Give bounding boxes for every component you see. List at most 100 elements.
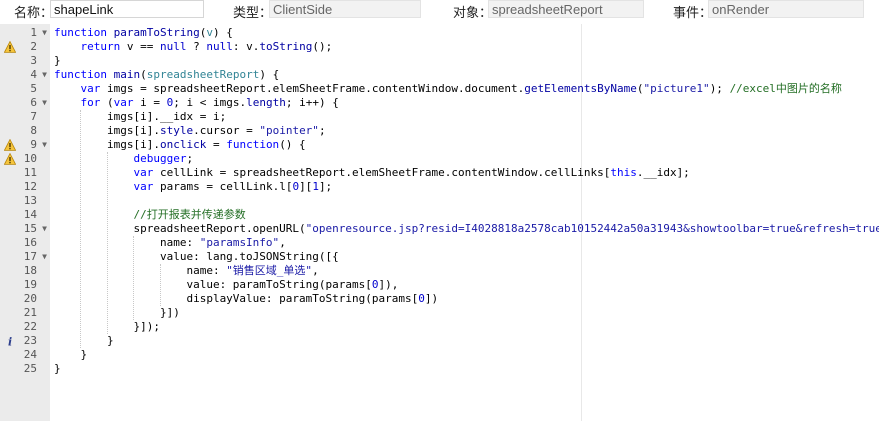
code-token: displayValue: paramToString(params[ bbox=[54, 292, 419, 305]
fold-toggle-icon[interactable]: ▼ bbox=[42, 250, 47, 264]
code-editor[interactable]: 1 ▼ 2 3 4 ▼ 5 6 ▼ 7 8 9 ▼ 10 11 12 13 14 15 ▼ 16 17 ▼ 18 19 20 21 2… bbox=[0, 24, 879, 421]
code-token: function bbox=[226, 138, 280, 151]
code-token: ]; bbox=[318, 180, 333, 193]
code-token: debugger bbox=[133, 152, 187, 165]
code-line[interactable]: }]) bbox=[54, 306, 180, 320]
code-token: (); bbox=[312, 40, 333, 53]
code-line[interactable]: //打开报表并传递参数 bbox=[54, 208, 245, 222]
code-line[interactable]: spreadsheetReport.openURL("openresource.… bbox=[54, 222, 879, 236]
line-number: 9 bbox=[30, 138, 37, 151]
fold-toggle-icon[interactable]: ▼ bbox=[42, 26, 47, 40]
script-properties-bar: 名称： shapeLink 类型： ClientSide 对象： spreads… bbox=[0, 0, 879, 22]
code-line[interactable]: } bbox=[54, 334, 114, 348]
code-token: for bbox=[80, 96, 107, 109]
code-token: function bbox=[54, 68, 114, 81]
code-token: "picture1" bbox=[643, 82, 710, 95]
code-line[interactable]: } bbox=[54, 348, 87, 362]
code-line[interactable]: imgs[i].style.cursor = "pointer"; bbox=[54, 124, 326, 138]
code-token: .__idx]; bbox=[636, 166, 690, 179]
code-line[interactable]: imgs[i].onclick = function() { bbox=[54, 138, 306, 152]
code-token: 1 bbox=[312, 180, 319, 193]
code-line[interactable]: var params = cellLink.l[0][1]; bbox=[54, 180, 332, 194]
gutter-line: 23 i bbox=[0, 334, 50, 349]
name-input[interactable]: shapeLink bbox=[50, 0, 204, 18]
fold-toggle-icon[interactable]: ▼ bbox=[42, 68, 47, 82]
code-line[interactable]: } bbox=[54, 54, 61, 68]
code-line[interactable]: }]); bbox=[54, 320, 160, 334]
gutter-line: 5 bbox=[0, 82, 50, 96]
info-icon[interactable]: i bbox=[4, 335, 16, 349]
fold-toggle-icon[interactable]: ▼ bbox=[42, 222, 47, 236]
code-token: v == bbox=[126, 40, 160, 53]
code-token: } bbox=[54, 362, 61, 375]
code-line[interactable]: for (var i = 0; i < imgs.length; i++) { bbox=[54, 96, 339, 110]
code-token: var bbox=[80, 82, 107, 95]
gutter-line: 25 bbox=[0, 362, 50, 376]
event-field: onRender bbox=[708, 0, 864, 18]
type-label: 类型： bbox=[233, 5, 273, 20]
code-line[interactable]: debugger; bbox=[54, 152, 193, 166]
line-number-gutter: 1 ▼ 2 3 4 ▼ 5 6 ▼ 7 8 9 ▼ 10 11 12 13 14 15 ▼ 16 17 ▼ 18 19 20 21 2… bbox=[0, 24, 50, 421]
code-line[interactable]: imgs[i].__idx = i; bbox=[54, 110, 226, 124]
code-line[interactable]: function main(spreadsheetReport) { bbox=[54, 68, 279, 82]
code-line[interactable]: function paramToString(v) { bbox=[54, 26, 233, 40]
gutter-line: 9 ▼ bbox=[0, 138, 50, 152]
code-token: spreadsheetReport.openURL( bbox=[54, 222, 306, 235]
code-line[interactable]: value: paramToString(params[0]), bbox=[54, 278, 398, 292]
warning-icon[interactable] bbox=[3, 138, 17, 151]
line-number: 21 bbox=[23, 306, 37, 319]
code-token: var bbox=[113, 96, 141, 109]
code-token: "pointer" bbox=[259, 124, 319, 137]
code-token: var bbox=[133, 180, 160, 193]
code-token: }]) bbox=[54, 306, 180, 319]
warning-icon[interactable] bbox=[3, 152, 17, 165]
code-token: imgs[i].__idx = i; bbox=[54, 110, 227, 123]
name-label: 名称： bbox=[14, 5, 54, 20]
gutter-line: 21 bbox=[0, 306, 50, 320]
code-token: this bbox=[610, 166, 637, 179]
line-number: 4 bbox=[30, 68, 37, 81]
line-number: 15 bbox=[23, 222, 37, 235]
code-token: 0 bbox=[418, 292, 425, 305]
gutter-line: 10 bbox=[0, 152, 50, 166]
fold-toggle-icon[interactable]: ▼ bbox=[42, 96, 47, 110]
object-label: 对象： bbox=[453, 5, 493, 20]
line-number: 12 bbox=[23, 180, 37, 193]
fold-toggle-icon[interactable]: ▼ bbox=[42, 138, 47, 152]
code-token: ) { bbox=[259, 68, 280, 81]
code-token: } bbox=[54, 348, 88, 361]
code-area[interactable]: function paramToString(v) { return v == … bbox=[54, 24, 879, 421]
line-number: 3 bbox=[30, 54, 37, 67]
code-line[interactable]: displayValue: paramToString(params[0]) bbox=[54, 292, 438, 306]
warning-icon[interactable] bbox=[3, 40, 17, 53]
code-token: ; i++) { bbox=[285, 96, 339, 109]
code-line[interactable]: var cellLink = spreadsheetReport.elemShe… bbox=[54, 166, 690, 180]
code-token: toString bbox=[259, 40, 313, 53]
code-token: } bbox=[54, 54, 61, 67]
line-number: 11 bbox=[23, 166, 37, 179]
code-token: = bbox=[206, 138, 227, 151]
line-number: 5 bbox=[30, 82, 37, 95]
code-line[interactable]: var imgs = spreadsheetReport.elemSheetFr… bbox=[54, 82, 842, 96]
gutter-line: 8 bbox=[0, 124, 50, 138]
line-number: 24 bbox=[23, 348, 37, 361]
gutter-line: 22 bbox=[0, 320, 50, 334]
code-line[interactable]: name: "销售区域_单选", bbox=[54, 264, 319, 278]
code-token: spreadsheetReport bbox=[146, 68, 260, 81]
gutter-line: 3 bbox=[0, 54, 50, 68]
code-token: } bbox=[54, 334, 114, 347]
line-number: 8 bbox=[30, 124, 37, 137]
type-field: ClientSide bbox=[269, 0, 421, 18]
code-line[interactable]: value: lang.toJSONString([{ bbox=[54, 250, 339, 264]
code-line[interactable]: } bbox=[54, 362, 61, 376]
code-token: .cursor = bbox=[193, 124, 260, 137]
code-token: ( bbox=[140, 68, 147, 81]
code-token: , bbox=[312, 264, 319, 277]
code-token: "销售区域_单选" bbox=[226, 264, 313, 277]
code-line[interactable]: name: "paramsInfo", bbox=[54, 236, 286, 250]
code-line[interactable]: return v == null ? null: v.toString(); bbox=[54, 40, 333, 54]
